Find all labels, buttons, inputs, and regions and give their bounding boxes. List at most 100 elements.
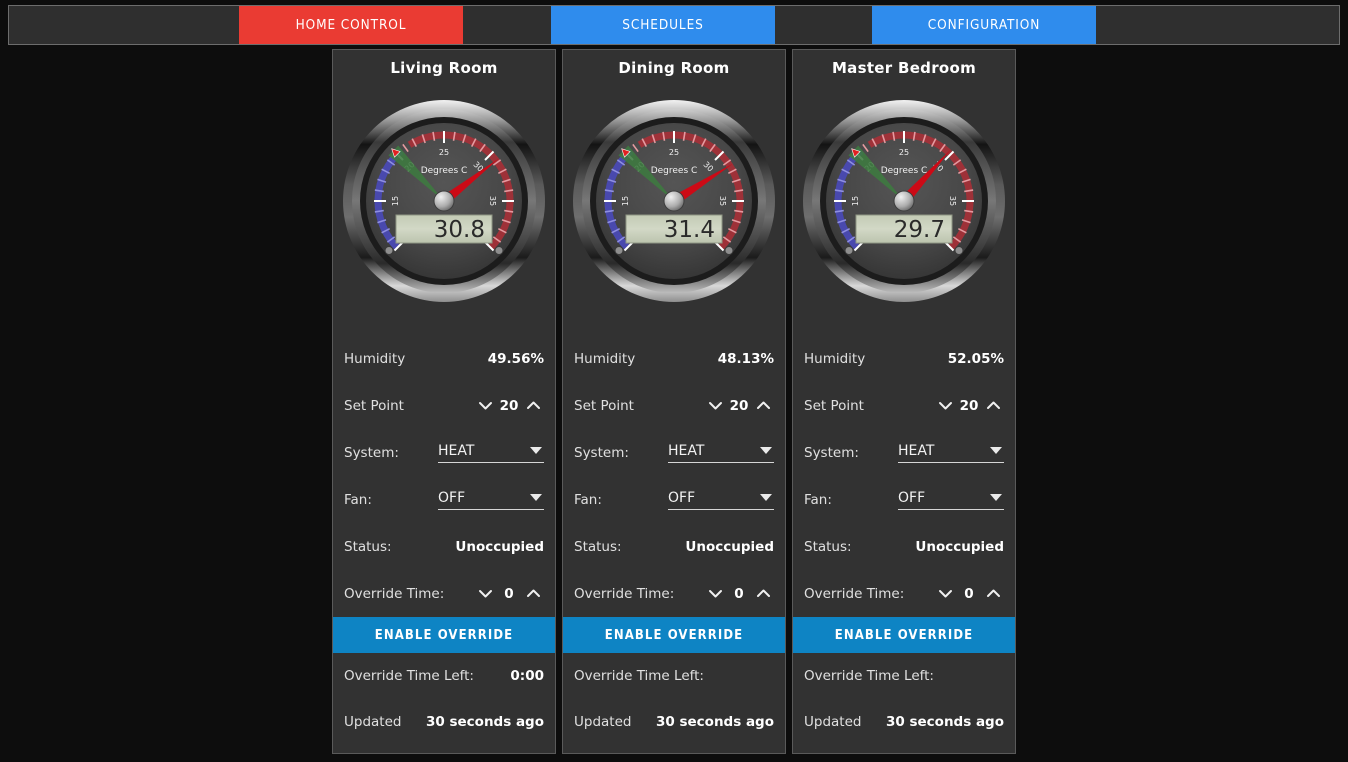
setpoint-value: 20 [499, 397, 519, 414]
setpoint-row: Set Point 20 [574, 382, 774, 429]
status-row: Status: Unoccupied [344, 523, 544, 570]
updated-row: Updated 30 seconds ago [574, 699, 774, 745]
chevron-down-icon[interactable] [934, 395, 956, 417]
thermostat-panel: Dining Room 10152025303540Degrees C31.4 [562, 49, 786, 754]
tabbar-gap-2 [775, 6, 872, 44]
setpoint-value: 20 [959, 397, 979, 414]
override-time-left-label: Override Time Left: [804, 668, 934, 684]
chevron-down-icon[interactable] [474, 395, 496, 417]
enable-override-button[interactable]: ENABLE OVERRIDE [563, 617, 785, 653]
status-badge: Unoccupied [915, 538, 1004, 555]
status-row: Status: Unoccupied [804, 523, 1004, 570]
chevron-up-icon[interactable] [752, 583, 774, 605]
svg-text:35: 35 [718, 196, 727, 206]
fan-value: OFF [898, 489, 926, 506]
system-select[interactable]: HEAT [668, 443, 774, 463]
override-time-left-row: Override Time Left: [804, 653, 1004, 699]
fan-label: Fan: [804, 491, 832, 508]
chevron-down-icon[interactable] [704, 583, 726, 605]
tabbar-right-filler [1096, 6, 1339, 44]
panel-title: Master Bedroom [831, 59, 977, 77]
gauge-container: 10152025303540Degrees C31.4 [563, 81, 785, 335]
chevron-up-icon[interactable] [982, 395, 1004, 417]
humidity-value: 48.13% [717, 350, 774, 367]
chevron-down-icon [530, 447, 542, 454]
override-time-label: Override Time: [574, 585, 675, 602]
tab-home-control-label: HOME CONTROL [295, 17, 407, 33]
svg-text:Degrees C: Degrees C [651, 166, 698, 176]
status-label: Status: [804, 538, 852, 555]
fan-select[interactable]: OFF [668, 490, 774, 510]
fan-row: Fan: OFF [344, 476, 544, 523]
fan-row: Fan: OFF [574, 476, 774, 523]
tab-configuration[interactable]: CONFIGURATION [872, 6, 1096, 44]
override-time-value: 0 [964, 585, 974, 602]
humidity-label: Humidity [574, 350, 636, 367]
gauge-container: 10152025303540Degrees C30.8 [333, 81, 555, 335]
updated-label: Updated [804, 714, 862, 730]
setpoint-label: Set Point [804, 397, 864, 414]
fan-value: OFF [438, 489, 466, 506]
svg-text:Degrees C: Degrees C [881, 166, 928, 176]
override-time-value: 0 [734, 585, 744, 602]
humidity-label: Humidity [344, 350, 406, 367]
updated-row: Updated 30 seconds ago [804, 699, 1004, 745]
system-label: System: [574, 444, 629, 461]
chevron-down-icon [760, 494, 772, 501]
override-time-value: 0 [504, 585, 514, 602]
setpoint-label: Set Point [574, 397, 634, 414]
status-label: Status: [344, 538, 392, 555]
svg-text:25: 25 [439, 148, 449, 157]
setpoint-row: Set Point 20 [804, 382, 1004, 429]
chevron-down-icon[interactable] [704, 395, 726, 417]
tab-home-control[interactable]: HOME CONTROL [239, 6, 463, 44]
override-time-left-label: Override Time Left: [344, 668, 474, 684]
override-time-left-value: 0:00 [510, 668, 544, 684]
chevron-up-icon[interactable] [752, 395, 774, 417]
svg-text:25: 25 [899, 148, 909, 157]
fan-select[interactable]: OFF [898, 490, 1004, 510]
system-select[interactable]: HEAT [438, 443, 544, 463]
system-row: System: HEAT [574, 429, 774, 476]
svg-text:35: 35 [488, 196, 497, 206]
panel-controls: Humidity 49.56% Set Point 20 System: HEA… [333, 335, 555, 617]
system-value: HEAT [898, 442, 935, 459]
svg-text:31.4: 31.4 [664, 217, 715, 243]
override-time-stepper: 0 [704, 583, 774, 605]
panel-title: Dining Room [618, 59, 730, 77]
system-label: System: [804, 444, 859, 461]
override-time-left-row: Override Time Left: 0:00 [344, 653, 544, 699]
panel-footer: Override Time Left: 0:00 Updated 30 seco… [333, 653, 555, 753]
system-select[interactable]: HEAT [898, 443, 1004, 463]
system-row: System: HEAT [344, 429, 544, 476]
enable-override-button[interactable]: ENABLE OVERRIDE [793, 617, 1015, 653]
fan-row: Fan: OFF [804, 476, 1004, 523]
updated-label: Updated [574, 714, 632, 730]
override-time-label: Override Time: [804, 585, 905, 602]
chevron-down-icon [990, 447, 1002, 454]
humidity-row: Humidity 49.56% [344, 335, 544, 382]
humidity-row: Humidity 48.13% [574, 335, 774, 382]
status-row: Status: Unoccupied [574, 523, 774, 570]
chevron-down-icon[interactable] [934, 583, 956, 605]
updated-row: Updated 30 seconds ago [344, 699, 544, 745]
fan-select[interactable]: OFF [438, 490, 544, 510]
chevron-up-icon[interactable] [522, 583, 544, 605]
tabbar-gap-1 [463, 6, 551, 44]
setpoint-stepper: 20 [474, 395, 544, 417]
override-time-row: Override Time: 0 [574, 570, 774, 617]
humidity-label: Humidity [804, 350, 866, 367]
chevron-up-icon[interactable] [982, 583, 1004, 605]
chevron-down-icon[interactable] [474, 583, 496, 605]
main-tab-bar: HOME CONTROL SCHEDULES CONFIGURATION [8, 5, 1340, 45]
humidity-value: 52.05% [947, 350, 1004, 367]
override-time-label: Override Time: [344, 585, 445, 602]
updated-value: 30 seconds ago [655, 714, 774, 730]
chevron-up-icon[interactable] [522, 395, 544, 417]
enable-override-button[interactable]: ENABLE OVERRIDE [333, 617, 555, 653]
setpoint-stepper: 20 [934, 395, 1004, 417]
chevron-down-icon [760, 447, 772, 454]
temperature-gauge: 10152025303540Degrees C31.4 [573, 100, 775, 302]
system-value: HEAT [668, 442, 705, 459]
tab-schedules[interactable]: SCHEDULES [551, 6, 775, 44]
